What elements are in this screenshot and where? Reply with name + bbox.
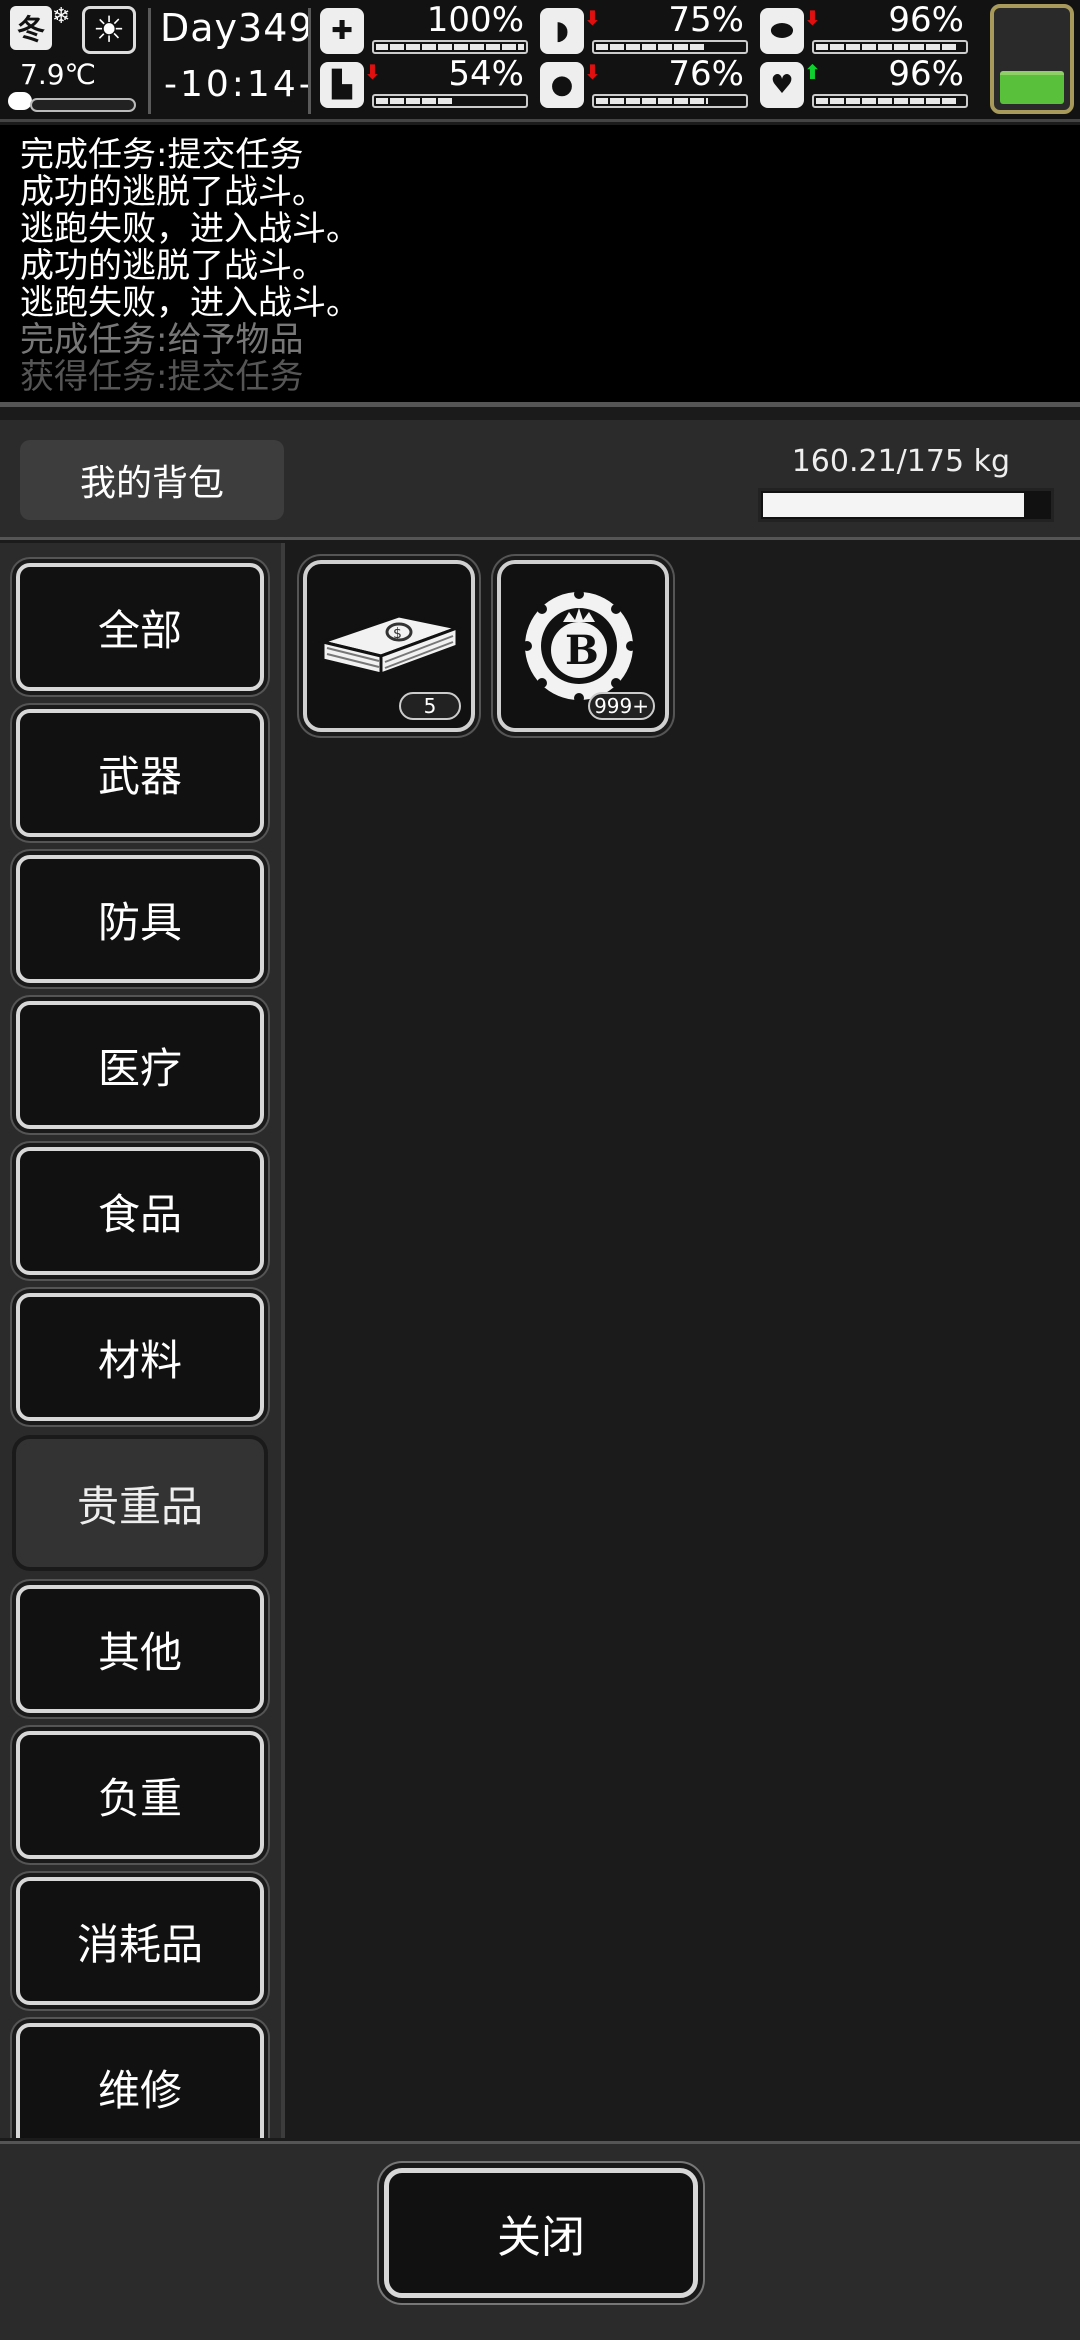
trend-down-arrow-icon: ⬇	[584, 60, 601, 84]
log-line: 逃跑失败，进入战斗。	[20, 283, 360, 323]
category-medical-button[interactable]: 医疗	[16, 1001, 264, 1129]
stat-health: ✚ 100%	[320, 0, 540, 56]
season-badge: 冬	[10, 6, 52, 50]
category-repair-button[interactable]: 维修	[16, 2023, 264, 2138]
item-count-badge: 5	[399, 692, 461, 720]
log-line: 逃跑失败，进入战斗。	[20, 209, 360, 249]
stomach-icon: ◗	[540, 8, 584, 54]
stat-bar	[812, 40, 968, 54]
category-consumables-button[interactable]: 消耗品	[16, 1877, 264, 2005]
heart-icon: ♥	[760, 62, 804, 108]
svg-text:B: B	[565, 627, 599, 674]
category-armor-button[interactable]: 防具	[16, 855, 264, 983]
stat-value: 54%	[448, 54, 524, 94]
close-button[interactable]: 关闭	[384, 2168, 698, 2298]
stat-bar	[592, 40, 748, 54]
bag-header: 我的背包 160.21/175 kg	[0, 420, 1080, 540]
category-carry-button[interactable]: 负重	[16, 1731, 264, 1859]
item-count-badge: 999+	[588, 692, 655, 720]
clock: -10:14-	[164, 64, 315, 105]
divider	[308, 8, 311, 114]
log-line: 完成任务:提交任务	[20, 135, 304, 175]
log-line: 获得任务:提交任务	[20, 357, 304, 397]
event-log[interactable]: 完成任务:提交任务 成功的逃脱了战斗。 逃跑失败，进入战斗。 成功的逃脱了战斗。…	[0, 125, 1080, 407]
day-counter: Day349	[160, 6, 314, 50]
foot-icon: ▙	[320, 62, 364, 108]
category-sidebar[interactable]: 全部 武器 防具 医疗 食品 材料 贵重品 其他 负重 消耗品 维修	[0, 543, 285, 2138]
stat-thirst: ● ⬇ 76%	[540, 54, 760, 110]
stat-value: 100%	[426, 0, 524, 40]
svg-text:$: $	[393, 626, 402, 642]
medkit-icon: ✚	[320, 8, 364, 54]
log-line: 成功的逃脱了战斗。	[20, 246, 326, 286]
weight-bar	[758, 488, 1054, 522]
stat-mood: ♥ ⬆ 96%	[760, 54, 980, 110]
pill-icon: ⬬	[760, 8, 804, 54]
stat-bar	[592, 94, 748, 108]
log-line: 完成任务:给予物品	[20, 320, 304, 360]
sun-icon: ☀	[82, 6, 136, 54]
stat-bar	[812, 94, 968, 108]
category-valuables-button[interactable]: 贵重品	[16, 1439, 264, 1567]
category-food-button[interactable]: 食品	[16, 1147, 264, 1275]
divider	[148, 8, 151, 114]
bag-title-tab[interactable]: 我的背包	[20, 440, 284, 520]
trend-down-arrow-icon: ⬇	[364, 60, 381, 84]
stat-medicine: ⬬ ⬇ 96%	[760, 0, 980, 56]
temperature: 7.9℃	[20, 58, 96, 91]
item-slot-bitcoin[interactable]: B 999+	[497, 560, 669, 732]
temperature-bar	[30, 98, 136, 112]
category-materials-button[interactable]: 材料	[16, 1293, 264, 1421]
energy-fill	[1000, 71, 1064, 104]
stat-bar	[372, 40, 528, 54]
item-grid: $ 5 B 999+	[289, 543, 1080, 2138]
item-slot-cash[interactable]: $ 5	[303, 560, 475, 732]
stat-bar	[372, 94, 528, 108]
weight-fill	[763, 493, 1025, 517]
weight-readout: 160.21/175 kg	[791, 444, 1010, 479]
stat-value: 96%	[888, 54, 964, 94]
stat-value: 75%	[668, 0, 744, 40]
cloud-icon	[8, 92, 32, 110]
water-drop-icon: ●	[540, 62, 584, 108]
trend-up-arrow-icon: ⬆	[804, 60, 821, 84]
snowflake-icon: ❄	[52, 4, 71, 29]
stat-hunger: ◗ ⬇ 75%	[540, 0, 760, 56]
stat-stamina: ▙ ⬇ 54%	[320, 54, 540, 110]
trend-down-arrow-icon: ⬇	[804, 6, 821, 30]
status-hud: 冬 ❄ ☀ 7.9℃ Day349 -10:14- ✚ 100% ◗ ⬇ 75%…	[0, 0, 1080, 122]
energy-gauge[interactable]	[990, 4, 1074, 114]
stat-value: 76%	[668, 54, 744, 94]
stat-value: 96%	[888, 0, 964, 40]
log-line: 成功的逃脱了战斗。	[20, 172, 326, 212]
trend-down-arrow-icon: ⬇	[584, 6, 601, 30]
category-all-button[interactable]: 全部	[16, 563, 264, 691]
category-weapons-button[interactable]: 武器	[16, 709, 264, 837]
category-other-button[interactable]: 其他	[16, 1585, 264, 1713]
